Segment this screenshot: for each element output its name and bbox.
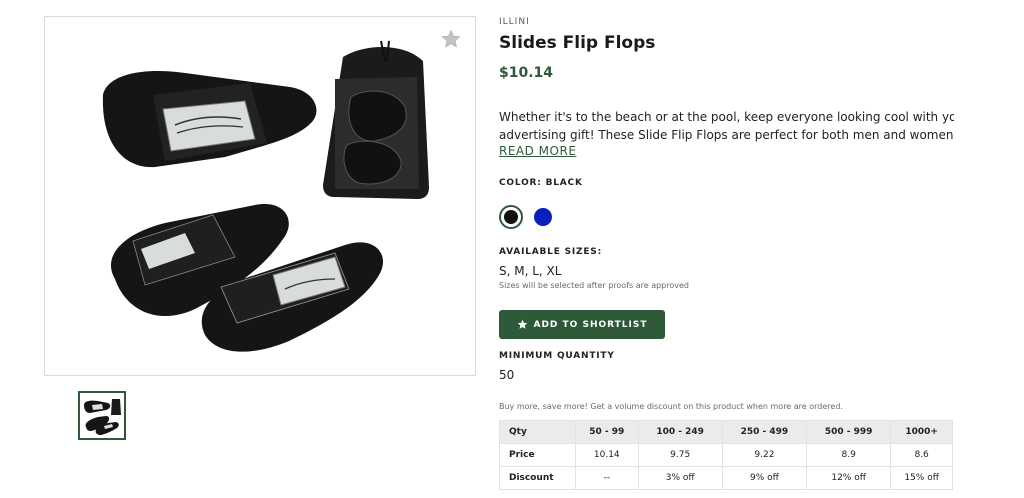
table-cell: -- — [575, 466, 639, 490]
sizes-label: AVAILABLE SIZES: — [499, 247, 602, 257]
table-cell: 9.22 — [721, 443, 808, 467]
mesh-bag — [323, 40, 429, 199]
minimum-quantity-value: 50 — [499, 368, 515, 382]
table-cell: 10.14 — [575, 443, 639, 467]
table-header-row: Qty 50 - 99 100 - 249 250 - 499 500 - 99… — [499, 420, 953, 444]
sizes-value: S, M, L, XL — [499, 264, 562, 278]
description-line: advertising gift! These Slide Flip Flops… — [499, 128, 954, 142]
color-label: COLOR: BLACK — [499, 178, 583, 188]
table-cell: 100 - 249 — [637, 420, 723, 444]
product-main-image — [44, 16, 476, 376]
table-cell: 15% off — [890, 466, 953, 490]
minimum-quantity-label: MINIMUM QUANTITY — [499, 351, 615, 361]
table-cell: Discount — [499, 466, 576, 490]
table-cell: 250 - 499 — [721, 420, 808, 444]
product-thumbnail[interactable] — [78, 391, 126, 440]
product-description: Whether it's to the beach or at the pool… — [499, 108, 954, 144]
thumbnail-image — [84, 399, 121, 435]
table-row: Discount -- 3% off 9% off 12% off 15% of… — [499, 466, 953, 490]
product-price: $10.14 — [499, 65, 554, 81]
table-cell: Price — [499, 443, 576, 467]
table-cell: 8.9 — [806, 443, 892, 467]
add-to-shortlist-button[interactable]: ADD TO SHORTLIST — [499, 310, 665, 339]
table-cell: 9.75 — [637, 443, 723, 467]
table-cell: 1000+ — [890, 420, 953, 444]
color-swatch-black[interactable] — [499, 205, 523, 229]
table-row: Price 10.14 9.75 9.22 8.9 8.6 — [499, 443, 953, 467]
star-icon — [517, 319, 527, 329]
table-cell: 9% off — [721, 466, 808, 490]
volume-discount-note: Buy more, save more! Get a volume discou… — [499, 402, 843, 411]
description-line: Whether it's to the beach or at the pool… — [499, 110, 954, 124]
table-cell: 50 - 99 — [575, 420, 639, 444]
slide-top-left — [102, 71, 317, 168]
flip-flops-illustration — [102, 40, 429, 352]
table-cell: 12% off — [806, 466, 892, 490]
read-more-link[interactable]: READ MORE — [499, 144, 576, 158]
table-cell: 3% off — [637, 466, 723, 490]
table-cell: 500 - 999 — [806, 420, 892, 444]
color-swatch-blue[interactable] — [534, 208, 552, 226]
add-to-shortlist-label: ADD TO SHORTLIST — [533, 319, 648, 330]
sizes-note: Sizes will be selected after proofs are … — [499, 281, 689, 290]
table-cell: 8.6 — [890, 443, 953, 467]
table-cell: Qty — [499, 420, 576, 444]
product-title: Slides Flip Flops — [499, 33, 656, 53]
volume-pricing-table: Qty 50 - 99 100 - 249 250 - 499 500 - 99… — [499, 420, 953, 490]
brand-label: ILLINI — [499, 17, 530, 27]
favorite-star-icon[interactable] — [441, 29, 461, 49]
